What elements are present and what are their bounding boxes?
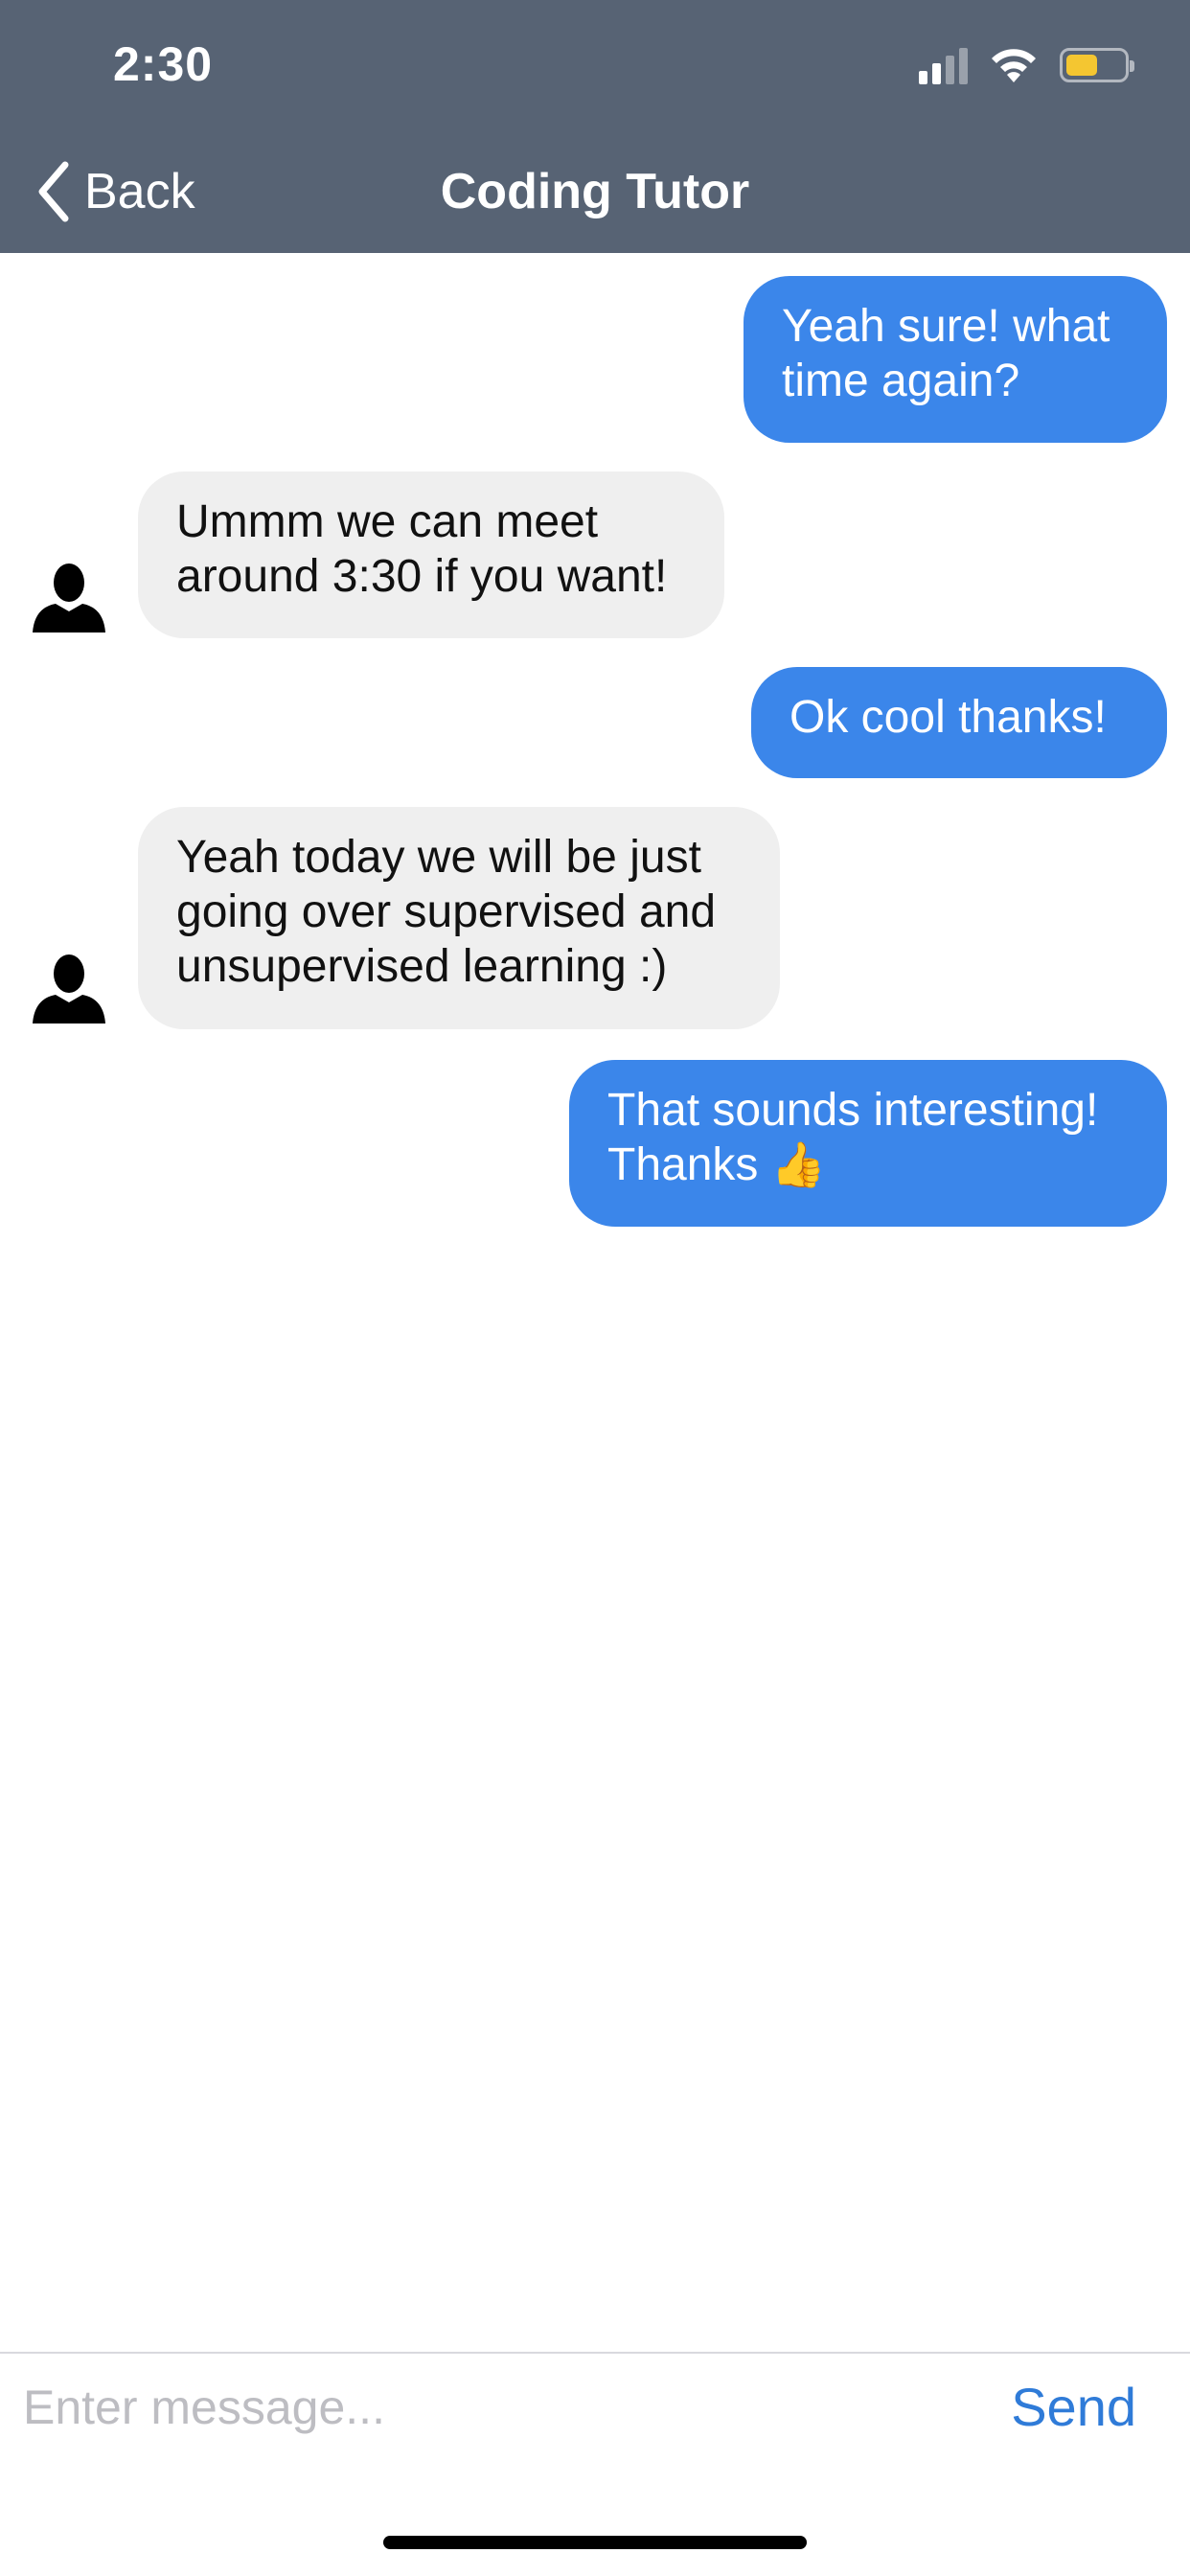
chat-screen: 2:30 Back Coding Tutor Yeah sure! what t… bbox=[0, 0, 1190, 2576]
message-composer: Send bbox=[0, 2352, 1190, 2457]
send-button[interactable]: Send bbox=[1011, 2361, 1136, 2453]
message-line: Yeah sure! what bbox=[782, 301, 1110, 352]
message-line: Yeah today we will be just bbox=[176, 832, 701, 883]
wifi-icon bbox=[992, 49, 1036, 82]
message-line: time again? bbox=[782, 356, 1020, 406]
message-line: Ok cool thanks! bbox=[790, 692, 1107, 743]
message-line: unsupervised learning :) bbox=[176, 941, 668, 992]
message-line: Ummm we can meet bbox=[176, 496, 599, 547]
message-input[interactable] bbox=[23, 2361, 962, 2453]
message-text: Thanks bbox=[607, 1139, 759, 1190]
status-icons bbox=[919, 42, 1134, 88]
nav-bar: Back Coding Tutor bbox=[0, 153, 1190, 230]
thumbs-up-icon: 👍 bbox=[770, 1138, 827, 1190]
message-list[interactable]: Yeah sure! what time again? Ummm we can … bbox=[0, 253, 1190, 2352]
battery-icon bbox=[1060, 48, 1134, 82]
signal-icon bbox=[919, 46, 968, 84]
message-line: That sounds interesting! bbox=[607, 1085, 1099, 1136]
message-bubble-received[interactable]: Ummm we can meet around 3:30 if you want… bbox=[138, 472, 724, 638]
message-bubble-sent[interactable]: That sounds interesting! Thanks 👍 bbox=[569, 1060, 1167, 1227]
message-bubble-sent[interactable]: Yeah sure! what time again? bbox=[744, 276, 1167, 443]
avatar-icon bbox=[33, 954, 105, 1024]
message-line: Thanks 👍 bbox=[607, 1138, 1129, 1192]
page-title: Coding Tutor bbox=[440, 164, 750, 219]
message-line: going over supervised and bbox=[176, 886, 717, 937]
home-indicator[interactable] bbox=[383, 2536, 807, 2549]
message-bubble-sent[interactable]: Ok cool thanks! bbox=[751, 667, 1167, 778]
header: 2:30 Back Coding Tutor bbox=[0, 0, 1190, 253]
message-line: around 3:30 if you want! bbox=[176, 551, 668, 602]
status-time: 2:30 bbox=[113, 37, 214, 91]
message-bubble-received[interactable]: Yeah today we will be just going over su… bbox=[138, 807, 780, 1029]
avatar-icon bbox=[33, 564, 105, 632]
